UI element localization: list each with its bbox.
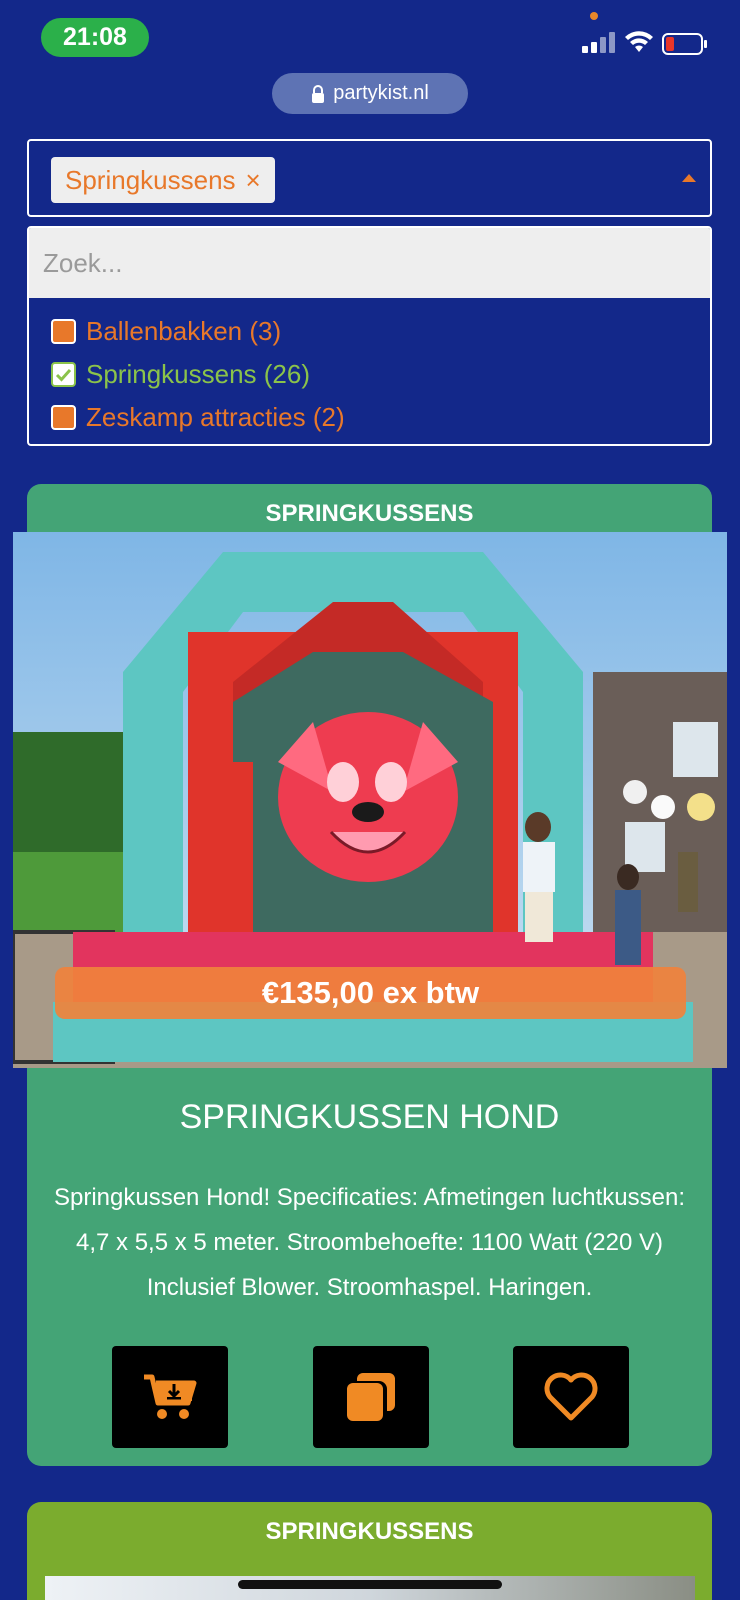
add-to-cart-button[interactable] — [112, 1346, 228, 1448]
privacy-indicator-dot — [590, 12, 598, 20]
option-zeskamp-attracties[interactable]: Zeskamp attracties (2) — [29, 396, 710, 439]
heart-icon — [544, 1372, 598, 1421]
product-description: Springkussen Hond! Specificaties: Afmeti… — [53, 1184, 686, 1301]
product-category: SPRINGKUSSENS — [265, 500, 474, 527]
option-label: Zeskamp attracties (2) — [86, 402, 345, 432]
caret-up-icon[interactable] — [682, 174, 696, 182]
status-time: 21:08 — [41, 18, 149, 57]
chip-remove-icon[interactable]: × — [246, 165, 261, 196]
compare-button[interactable] — [313, 1346, 429, 1448]
selected-category-chip: Springkussens × — [51, 157, 275, 203]
chip-label: Springkussens — [65, 164, 236, 195]
checkbox-unchecked-icon[interactable] — [51, 405, 76, 430]
product-category: SPRINGKUSSENS — [265, 1518, 474, 1545]
url-text: partykist.nl — [333, 82, 429, 104]
lock-icon — [312, 84, 325, 103]
wifi-icon — [625, 31, 653, 52]
checkbox-unchecked-icon[interactable] — [51, 319, 76, 344]
copy-icon — [347, 1373, 395, 1421]
option-label: Springkussens (26) — [86, 359, 310, 389]
category-dropdown: Ballenbakken (3) Springkussens (26) Zesk… — [27, 226, 712, 446]
category-search-input[interactable] — [29, 228, 710, 298]
wishlist-button[interactable] — [513, 1346, 629, 1448]
home-indicator[interactable] — [238, 1580, 502, 1589]
cart-add-icon — [144, 1374, 197, 1419]
product-title[interactable]: SPRINGKUSSEN HOND — [27, 1098, 712, 1137]
price-label: €135,00 ex btw — [55, 967, 686, 1019]
option-ballenbakken[interactable]: Ballenbakken (3) — [29, 310, 710, 353]
cellular-signal-icon — [582, 32, 615, 53]
checkbox-checked-icon[interactable] — [51, 362, 76, 387]
battery-low-icon — [662, 33, 707, 55]
option-springkussens[interactable]: Springkussens (26) — [29, 353, 710, 396]
address-bar[interactable]: partykist.nl — [272, 73, 468, 114]
category-select[interactable]: Springkussens × — [27, 139, 712, 217]
option-label: Ballenbakken (3) — [86, 316, 282, 346]
